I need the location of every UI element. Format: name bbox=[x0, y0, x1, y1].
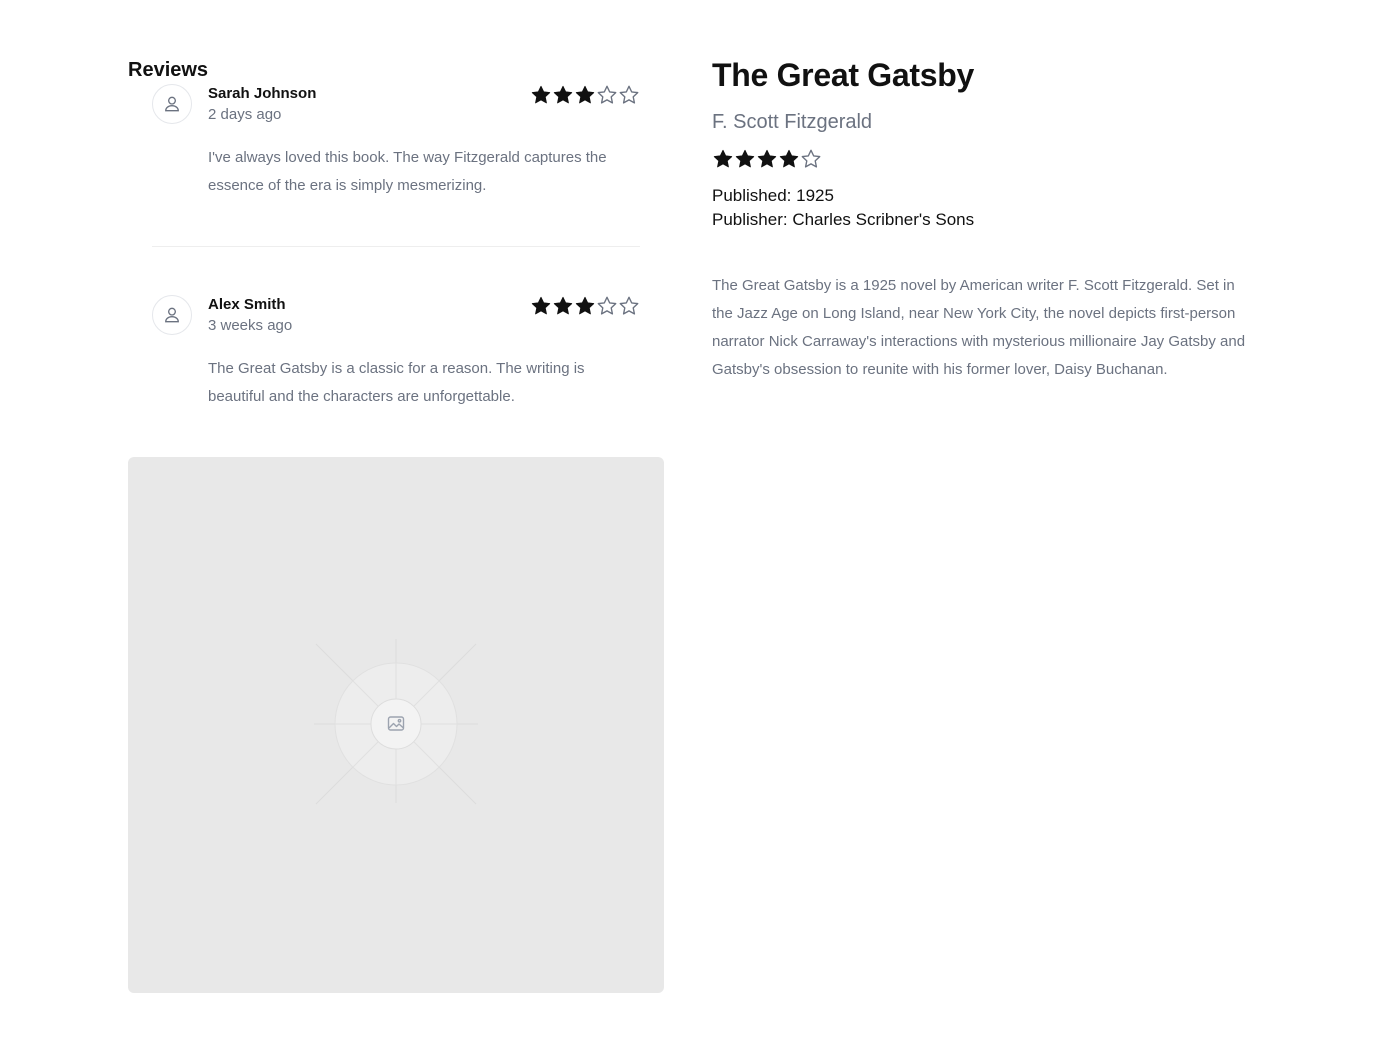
review-rating bbox=[530, 295, 640, 317]
book-title: The Great Gatsby bbox=[712, 57, 974, 93]
star-outline-icon bbox=[597, 296, 617, 315]
review-time: 2 days ago bbox=[208, 106, 282, 123]
star-filled-icon bbox=[575, 296, 595, 315]
user-icon bbox=[152, 295, 192, 335]
star-filled-icon bbox=[735, 149, 755, 168]
reviews-section: Reviews bbox=[128, 58, 664, 82]
star-filled-icon bbox=[553, 296, 573, 315]
book-meta: Published: 1925 Publisher: Charles Scrib… bbox=[712, 184, 1272, 232]
book-rating bbox=[712, 148, 1272, 170]
book-cover-image bbox=[128, 457, 664, 993]
star-filled-icon bbox=[531, 296, 551, 315]
review-divider bbox=[152, 246, 640, 247]
review-time: 3 weeks ago bbox=[208, 317, 293, 334]
published-date: Published: 1925 bbox=[712, 186, 834, 205]
star-filled-icon bbox=[575, 85, 595, 104]
star-filled-icon bbox=[531, 85, 551, 104]
star-filled-icon bbox=[757, 149, 777, 168]
reviews-heading: Reviews bbox=[128, 59, 209, 81]
star-outline-icon bbox=[619, 85, 639, 104]
star-filled-icon bbox=[713, 149, 733, 168]
review-rating bbox=[530, 84, 640, 106]
review-text: The Great Gatsby is a classic for a reas… bbox=[208, 360, 585, 405]
star-outline-icon bbox=[801, 149, 821, 168]
user-icon bbox=[152, 84, 192, 124]
review-text: I've always loved this book. The way Fit… bbox=[208, 149, 607, 194]
book-author: F. Scott Fitzgerald bbox=[712, 111, 873, 133]
star-outline-icon bbox=[619, 296, 639, 315]
star-filled-icon bbox=[553, 85, 573, 104]
image-placeholder-icon bbox=[314, 639, 478, 805]
publisher: Publisher: Charles Scribner's Sons bbox=[712, 210, 975, 229]
star-filled-icon bbox=[779, 149, 799, 168]
book-description: The Great Gatsby is a 1925 novel by Amer… bbox=[712, 277, 1246, 378]
star-outline-icon bbox=[597, 85, 617, 104]
book-details: The Great Gatsby F. Scott Fitzgerald Pub… bbox=[712, 56, 1272, 384]
